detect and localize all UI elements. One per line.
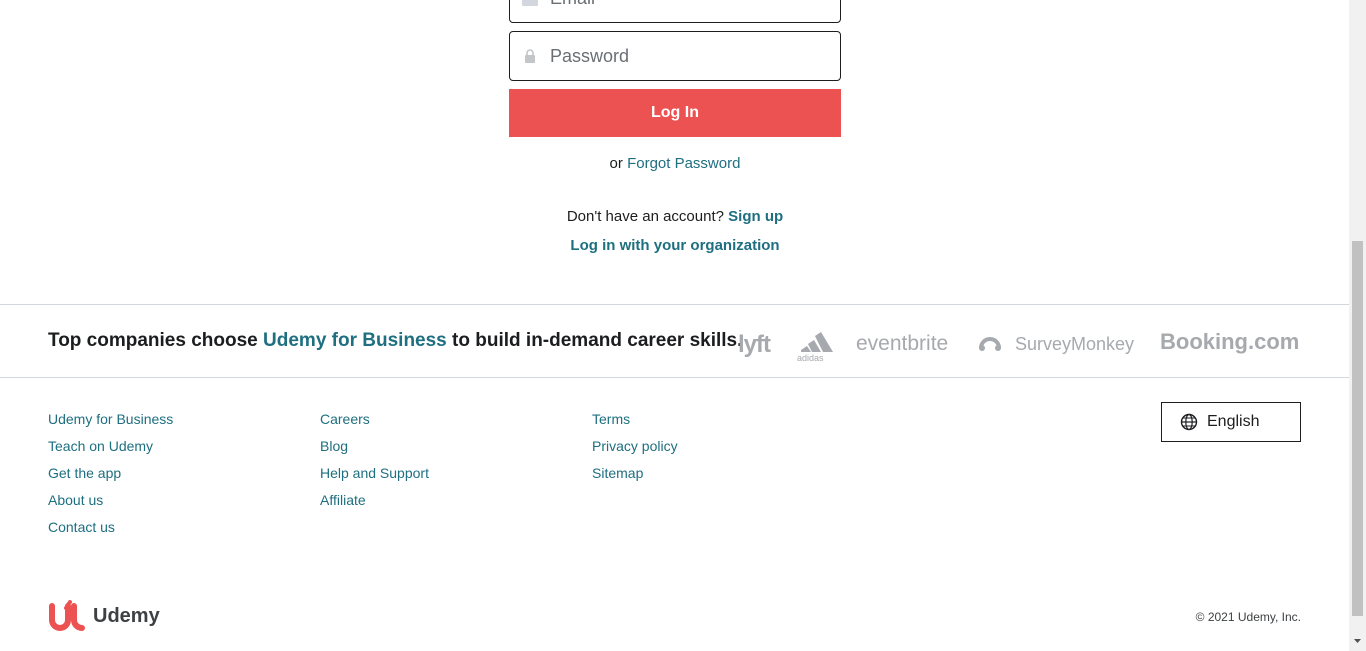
- footer-link-help[interactable]: Help and Support: [320, 460, 429, 487]
- footer-link-about[interactable]: About us: [48, 487, 173, 514]
- eventbrite-logo: eventbrite: [856, 332, 948, 355]
- signup-row: Don't have an account? Sign up: [509, 208, 841, 225]
- tagline-after: to build in-demand career skills.: [452, 330, 743, 351]
- signup-link[interactable]: Sign up: [728, 208, 783, 225]
- mail-icon: [522, 0, 538, 6]
- business-tagline: Top companies choose Udemy for Business …: [48, 330, 742, 352]
- org-login-row: Log in with your organization: [509, 237, 841, 254]
- footer-link-sitemap[interactable]: Sitemap: [592, 460, 678, 487]
- svg-text:adidas: adidas: [797, 353, 824, 362]
- adidas-logo: adidas: [797, 332, 833, 362]
- footer-link-get-app[interactable]: Get the app: [48, 460, 173, 487]
- booking-logo: Booking.com: [1160, 329, 1299, 354]
- udemy-logo[interactable]: Udemy: [48, 600, 160, 632]
- footer-link-teach[interactable]: Teach on Udemy: [48, 433, 173, 460]
- scroll-down-arrow-icon[interactable]: [1352, 634, 1363, 648]
- udemy-u-icon: [49, 600, 85, 631]
- footer-link-udemy-business[interactable]: Udemy for Business: [48, 406, 173, 433]
- tagline-before: Top companies choose: [48, 330, 258, 351]
- brand-name: Udemy: [93, 604, 160, 627]
- footer-column-3: Terms Privacy policy Sitemap: [592, 406, 678, 487]
- lock-icon: [525, 49, 535, 63]
- footer-link-terms[interactable]: Terms: [592, 406, 678, 433]
- lyft-logo: lyft: [738, 331, 772, 358]
- org-login-link[interactable]: Log in with your organization: [570, 237, 779, 254]
- svg-text:SurveyMonkey: SurveyMonkey: [1015, 334, 1134, 354]
- copyright-text: © 2021 Udemy, Inc.: [1195, 610, 1301, 624]
- svg-text:lyft: lyft: [738, 331, 771, 358]
- language-label: English: [1207, 413, 1260, 430]
- login-page: Log In or Forgot Password Don't have an …: [0, 0, 1349, 651]
- password-input[interactable]: [550, 32, 830, 80]
- banner-divider-top: [0, 304, 1349, 305]
- password-field[interactable]: [509, 31, 841, 81]
- globe-icon: [1180, 413, 1198, 431]
- forgot-password-link[interactable]: Forgot Password: [627, 155, 740, 172]
- email-field[interactable]: [509, 0, 841, 23]
- footer-link-privacy[interactable]: Privacy policy: [592, 433, 678, 460]
- surveymonkey-logo: SurveyMonkey: [979, 334, 1134, 354]
- footer-link-contact[interactable]: Contact us: [48, 514, 173, 541]
- banner-divider-bottom: [0, 377, 1349, 378]
- forgot-password-row: or Forgot Password: [509, 155, 841, 172]
- footer-link-careers[interactable]: Careers: [320, 406, 429, 433]
- no-account-text: Don't have an account?: [566, 208, 724, 225]
- or-text: or: [609, 155, 623, 172]
- footer-link-affiliate[interactable]: Affiliate: [320, 487, 429, 514]
- footer-column-1: Udemy for Business Teach on Udemy Get th…: [48, 406, 173, 541]
- scrollbar-thumb[interactable]: [1352, 241, 1363, 616]
- company-logos: lyft adidas eventbrite SurveyMonkey Book…: [738, 329, 1299, 362]
- footer-link-blog[interactable]: Blog: [320, 433, 429, 460]
- login-button[interactable]: Log In: [509, 89, 841, 137]
- email-input[interactable]: [550, 0, 830, 22]
- footer-column-2: Careers Blog Help and Support Affiliate: [320, 406, 429, 514]
- udemy-business-link[interactable]: Udemy for Business: [263, 330, 447, 351]
- svg-text:Booking.com: Booking.com: [1160, 329, 1299, 354]
- svg-text:eventbrite: eventbrite: [856, 332, 948, 355]
- language-button[interactable]: English: [1161, 402, 1301, 442]
